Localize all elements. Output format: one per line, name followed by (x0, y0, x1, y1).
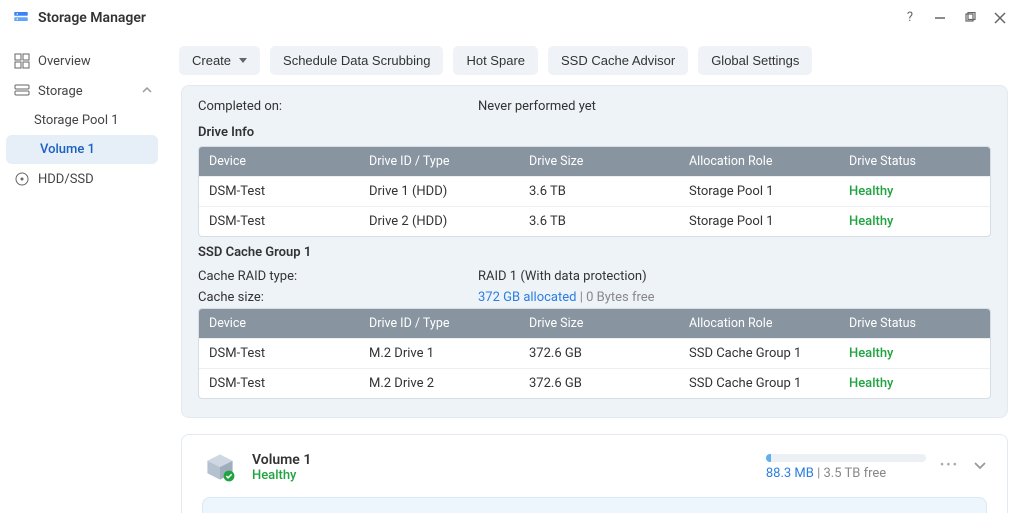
table-header: Device Drive ID / Type Drive Size Alloca… (199, 147, 990, 176)
cache-size-value: 372 GB allocated | 0 Bytes free (478, 287, 991, 308)
volume-card: Volume 1 Healthy 88.3 MB | 3.5 TB free •… (181, 434, 1008, 513)
overview-icon (14, 53, 30, 69)
volume-status: Healthy (252, 468, 311, 483)
volume-usage-bar: 88.3 MB | 3.5 TB free (766, 454, 926, 481)
volume-more-button[interactable]: ••• (940, 458, 959, 476)
drive-info-title: Drive Info (198, 125, 991, 140)
table-header: Device Drive ID / Type Drive Size Alloca… (199, 309, 990, 338)
col-driveid: Drive ID / Type (359, 147, 519, 176)
storage-pool-pane: Completed on: Never performed yet Drive … (181, 85, 1008, 418)
cache-raid-label: Cache RAID type: (198, 266, 478, 287)
cache-size-label: Cache size: (198, 287, 478, 308)
completed-on-value: Never performed yet (478, 96, 991, 117)
cache-group-title: SSD Cache Group 1 (198, 245, 991, 260)
sidebar-item-overview[interactable]: Overview (0, 46, 164, 76)
chevron-up-icon (142, 84, 152, 99)
app-title: Storage Manager (38, 10, 146, 26)
volume-title: Volume 1 (252, 452, 311, 468)
volume-collapse-button[interactable] (973, 458, 987, 476)
minimize-button[interactable] (928, 6, 952, 30)
table-row[interactable]: DSM-Test M.2 Drive 2 372.6 GB SSD Cache … (199, 368, 990, 398)
volume-free: | 3.5 TB free (814, 466, 886, 481)
sidebar-item-label: HDD/SSD (38, 172, 94, 187)
table-row[interactable]: DSM-Test Drive 2 (HDD) 3.6 TB Storage Po… (199, 206, 990, 236)
col-device: Device (199, 147, 359, 176)
sidebar-item-label: Storage Pool 1 (34, 113, 119, 128)
ssdcache-advisor-button[interactable]: SSD Cache Advisor (548, 46, 688, 75)
cache-size-allocated-link[interactable]: 372 GB allocated (478, 290, 576, 305)
sidebar-item-volume1[interactable]: Volume 1 (6, 135, 158, 164)
app-icon (12, 9, 30, 27)
hdd-icon (14, 171, 30, 187)
scrub-button[interactable]: Schedule Data Scrubbing (270, 46, 443, 75)
sidebar-item-label: Volume 1 (40, 142, 95, 157)
table-row[interactable]: DSM-Test M.2 Drive 1 372.6 GB SSD Cache … (199, 338, 990, 368)
sidebar: Overview Storage Storage Pool 1 Volume 1 (0, 36, 165, 513)
table-row[interactable]: DSM-Test Drive 1 (HDD) 3.6 TB Storage Po… (199, 176, 990, 206)
hotspare-button[interactable]: Hot Spare (453, 46, 538, 75)
col-alloc: Allocation Role (679, 147, 839, 176)
sidebar-item-hdd[interactable]: HDD/SSD (0, 164, 164, 194)
create-button[interactable]: Create (179, 46, 260, 75)
help-button[interactable]: ? (898, 6, 922, 30)
toolbar: Create Schedule Data Scrubbing Hot Spare… (165, 36, 1024, 85)
maximize-button[interactable] (958, 6, 982, 30)
completed-on-label: Completed on: (198, 96, 478, 117)
titlebar: Storage Manager ? (0, 0, 1024, 36)
close-button[interactable] (988, 6, 1012, 30)
sidebar-item-label: Overview (38, 54, 91, 69)
drive-info-table: Device Drive ID / Type Drive Size Alloca… (198, 146, 991, 237)
sidebar-item-label: Storage (38, 84, 83, 99)
col-size: Drive Size (519, 147, 679, 176)
col-status: Drive Status (839, 147, 990, 176)
sidebar-item-pool1[interactable]: Storage Pool 1 (0, 106, 164, 135)
cache-raid-value: RAID 1 (With data protection) (478, 266, 991, 287)
global-settings-button[interactable]: Global Settings (698, 46, 812, 75)
cache-drive-table: Device Drive ID / Type Drive Size Alloca… (198, 308, 991, 399)
volume-used: 88.3 MB (766, 466, 814, 481)
sidebar-item-storage[interactable]: Storage (0, 76, 164, 106)
volume-icon (202, 449, 238, 485)
ssd-cache-section: SSD Cache ••• Status: Healthy (202, 497, 987, 513)
storage-icon (14, 83, 30, 99)
